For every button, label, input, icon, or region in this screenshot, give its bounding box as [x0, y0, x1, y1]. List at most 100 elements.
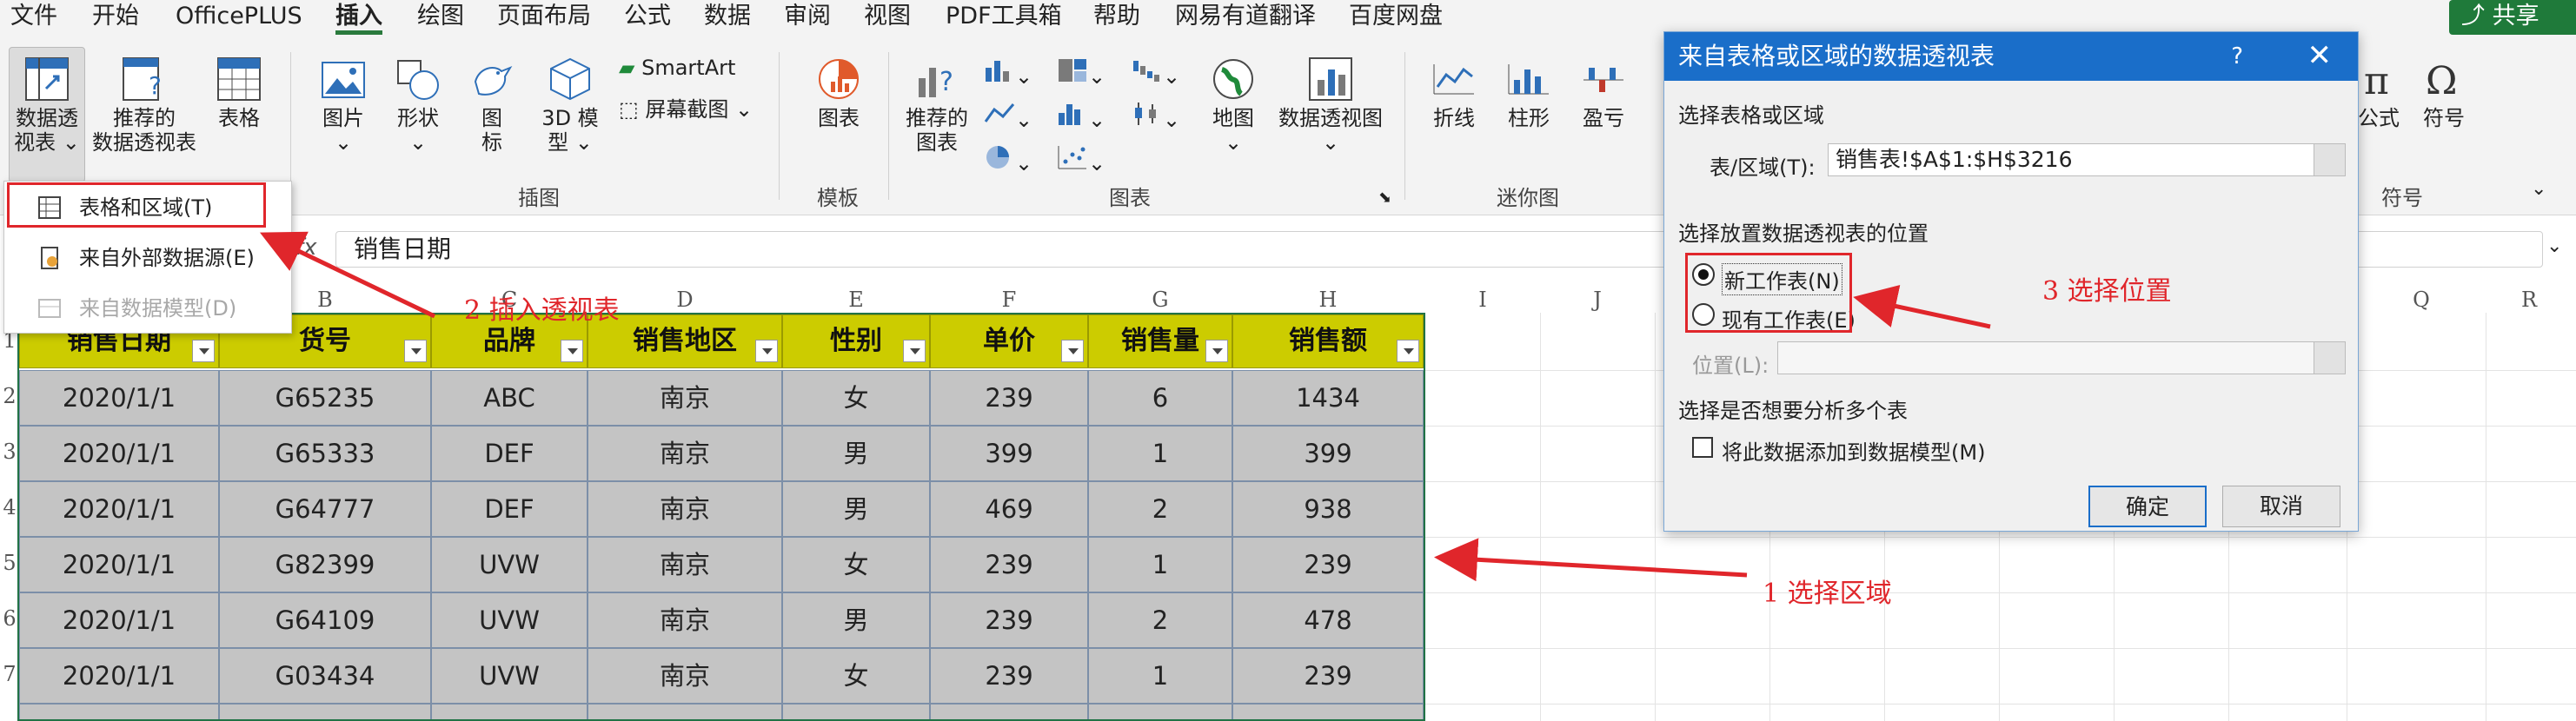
range-input[interactable]: 销售表!$A$1:$H$3216 — [1828, 143, 2346, 176]
tab-review[interactable]: 审阅 — [784, 0, 831, 35]
column-sparkline-label: 柱形 — [1508, 106, 1550, 130]
template-group-label: 模板 — [817, 186, 859, 210]
tab-draw[interactable]: 绘图 — [417, 0, 464, 35]
tab-insert[interactable]: 插入 — [335, 0, 382, 35]
row-header[interactable]: 3 — [0, 440, 19, 464]
row-header[interactable]: 2 — [0, 384, 19, 408]
symbol-button[interactable]: Ω 符号 — [2418, 56, 2470, 130]
icons-button[interactable]: 图 标 — [466, 56, 518, 155]
column-chart-dropdown[interactable]: ⌄ — [984, 57, 1032, 89]
picture-button[interactable]: 图片 ⌄ — [313, 56, 374, 155]
chart-template-button[interactable]: 图表 — [808, 56, 869, 130]
column-header-i[interactable]: I — [1425, 287, 1540, 313]
annotation-step-2: 2 插入透视表 — [464, 295, 620, 326]
column-header-j[interactable]: J — [1540, 287, 1655, 313]
share-button[interactable]: ⤴ 共享 — [2449, 0, 2576, 35]
annotation-highlight-table-range — [7, 182, 266, 228]
icons-label-2: 标 — [481, 130, 502, 155]
tab-help[interactable]: 帮助 — [1093, 0, 1140, 35]
expand-formula-bar-icon[interactable]: ⌄ — [2546, 235, 2562, 259]
column-header-q[interactable]: Q — [2364, 287, 2479, 313]
column-header-f[interactable]: F — [930, 287, 1088, 313]
column-chart-icon — [986, 61, 1009, 82]
location-picker-icon — [2314, 342, 2345, 374]
hierarchy-chart-dropdown[interactable]: ⌄ — [1057, 57, 1105, 89]
winloss-sparkline-button[interactable]: 盈亏 — [1573, 56, 1634, 130]
3d-models-label-1: 3D 模 — [541, 106, 599, 130]
table-button[interactable]: 表格 — [209, 56, 269, 130]
tab-officeplus[interactable]: OfficePLUS — [176, 0, 302, 35]
pie-chart-small-icon — [986, 146, 1009, 169]
column-header-r[interactable]: R — [2486, 287, 2573, 313]
selection-border — [17, 313, 1425, 721]
smartart-icon: ▰ — [619, 56, 635, 80]
shapes-icon — [397, 60, 439, 100]
tab-formulas[interactable]: 公式 — [624, 0, 671, 35]
row-header[interactable]: 5 — [0, 551, 19, 575]
line-sparkline-button[interactable]: 折线 — [1424, 56, 1484, 130]
section-location: 选择放置数据透视表的位置 — [1678, 222, 1929, 246]
chevron-down-icon: ⌄ — [334, 130, 353, 155]
tab-baidu-netdisk[interactable]: 百度网盘 — [1349, 0, 1443, 35]
pie-chart-dropdown[interactable]: ⌄ — [984, 144, 1032, 175]
line-chart-dropdown[interactable]: ⌄ — [984, 101, 1032, 132]
chevron-down-icon: ⌄ — [1163, 64, 1181, 89]
recommended-charts-button[interactable]: ? 推荐的 图表 — [904, 56, 970, 155]
charts-group-label: 图表 — [1109, 186, 1151, 210]
table-label: 表格 — [218, 106, 260, 130]
help-icon[interactable]: ? — [2231, 32, 2243, 81]
line-sparkline-icon — [1433, 64, 1474, 95]
ribbon-separator — [888, 52, 889, 200]
screenshot-icon: ⬚ — [619, 97, 639, 122]
tab-pdf-tools[interactable]: PDF工具箱 — [946, 0, 1062, 35]
pivot-table-button[interactable]: 数据透 视表 ⌄ — [12, 56, 82, 155]
waterfall-chart-dropdown[interactable]: ⌄ — [1132, 57, 1180, 89]
maps-button[interactable]: 地图 ⌄ — [1203, 56, 1264, 155]
menu-item-from-external-source[interactable]: 来自外部数据源(E) — [4, 234, 293, 282]
pivot-chart-label: 数据透视图 — [1278, 106, 1383, 130]
gridline — [1540, 313, 1541, 721]
close-icon[interactable]: ✕ — [2307, 32, 2333, 79]
winloss-sparkline-label: 盈亏 — [1583, 106, 1624, 130]
create-pivot-dialog: 来自表格或区域的数据透视表 ? ✕ 选择表格或区域 表/区域(T): 销售表!$… — [1663, 31, 2359, 532]
scatter-chart-dropdown[interactable]: ⌄ — [1057, 144, 1105, 175]
3d-models-button[interactable]: 3D 模 型 ⌄ — [537, 56, 603, 155]
fx-icon[interactable]: fx — [295, 235, 317, 261]
pivot-chart-button[interactable]: 数据透视图 ⌄ — [1274, 56, 1387, 155]
row-header[interactable]: 4 — [0, 495, 19, 519]
screenshot-button[interactable]: ⬚ 屏幕截图 ⌄ — [619, 97, 753, 122]
stock-chart-dropdown[interactable]: ⌄ — [1132, 101, 1180, 132]
tab-youdao-translate[interactable]: 网易有道翻译 — [1175, 0, 1316, 35]
add-to-data-model-label[interactable]: 将此数据添加到数据模型(M) — [1722, 435, 1985, 466]
column-header-g[interactable]: G — [1088, 287, 1232, 313]
smartart-button[interactable]: ▰ SmartArt — [619, 56, 735, 80]
column-header-e[interactable]: E — [782, 287, 930, 313]
statistic-chart-dropdown[interactable]: ⌄ — [1057, 101, 1105, 132]
row-header[interactable]: 7 — [0, 662, 19, 686]
tab-home[interactable]: 开始 — [92, 0, 139, 35]
collapse-ribbon-icon[interactable]: ⌄ — [2531, 177, 2546, 202]
ok-button[interactable]: 确定 — [2088, 486, 2207, 527]
sparklines-group-label: 迷你图 — [1497, 186, 1559, 210]
charts-dialog-launcher-icon[interactable]: ⬊ — [1378, 186, 1391, 210]
chart-template-label: 图表 — [818, 106, 860, 130]
column-header-h[interactable]: H — [1232, 287, 1424, 313]
tab-page-layout[interactable]: 页面布局 — [497, 0, 591, 35]
share-label: 共享 — [2492, 3, 2539, 30]
tab-file[interactable]: 文件 — [10, 0, 57, 35]
equation-button[interactable]: π 公式 — [2357, 56, 2400, 130]
svg-text:π: π — [2364, 59, 2389, 103]
location-label: 位置(L): — [1692, 354, 1769, 378]
recommended-pivot-button[interactable]: ? 推荐的 数据透视表 — [90, 56, 198, 155]
cancel-button[interactable]: 取消 — [2222, 486, 2340, 527]
gridline — [1655, 313, 1656, 721]
shapes-button[interactable]: 形状 ⌄ — [388, 56, 448, 155]
cube-icon — [550, 57, 590, 101]
add-to-data-model-checkbox[interactable] — [1692, 437, 1713, 458]
globe-icon — [1213, 59, 1253, 99]
range-picker-icon[interactable] — [2314, 144, 2345, 175]
row-header[interactable]: 6 — [0, 606, 19, 631]
column-sparkline-button[interactable]: 柱形 — [1498, 56, 1559, 130]
tab-data[interactable]: 数据 — [704, 0, 751, 35]
tab-view[interactable]: 视图 — [864, 0, 911, 35]
